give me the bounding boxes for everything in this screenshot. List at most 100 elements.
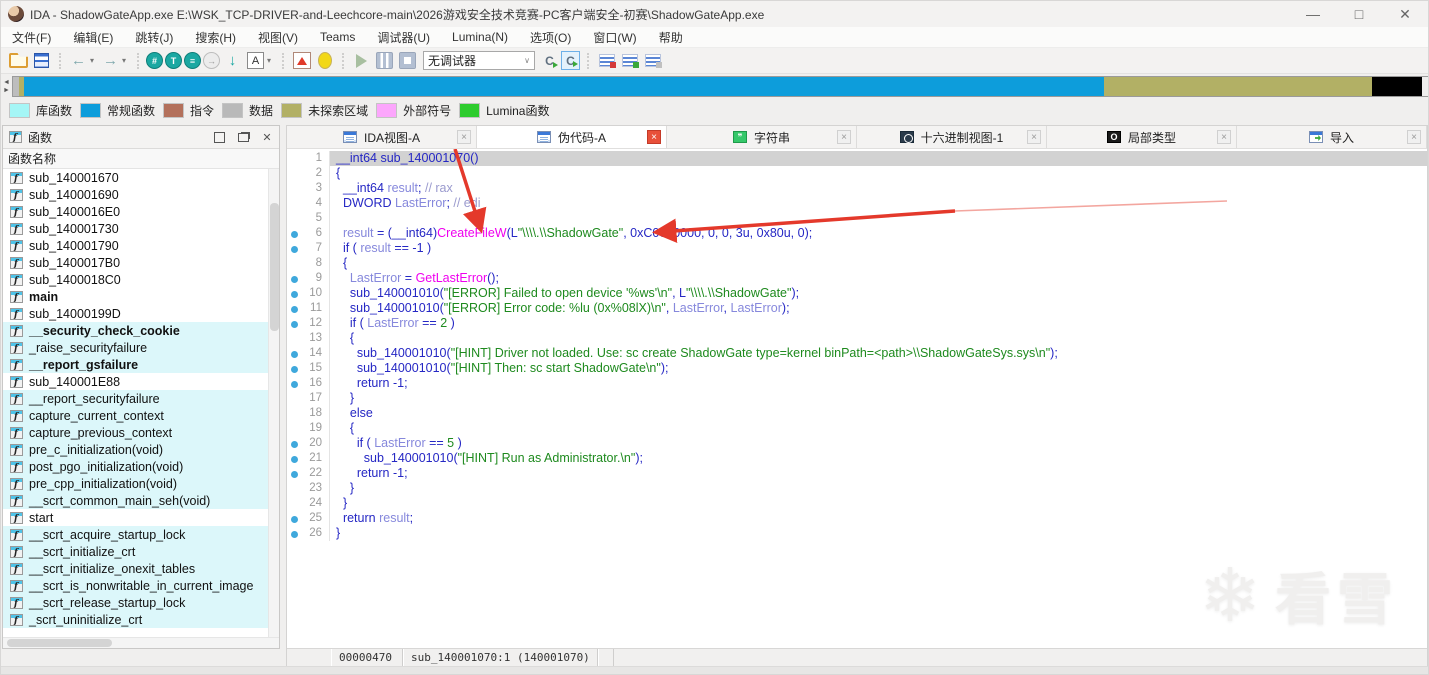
close-button[interactable]: ✕ — [1382, 1, 1428, 27]
functions-vertical-scrollbar[interactable] — [268, 169, 279, 637]
menu-item[interactable]: 调试器(U) — [366, 27, 441, 47]
menu-item[interactable]: 帮助 — [648, 27, 694, 47]
navband-segment[interactable] — [1372, 77, 1422, 96]
view-list-3-icon[interactable] — [642, 50, 663, 71]
breakpoint-dot[interactable] — [291, 290, 298, 298]
function-list-item[interactable]: _scrt_uninitialize_crt — [3, 611, 279, 628]
navigation-band[interactable] — [12, 76, 1428, 97]
function-list-item[interactable]: __scrt_initialize_crt — [3, 543, 279, 560]
navband-right-arrow-icon[interactable]: ► — [3, 87, 10, 95]
code-line[interactable]: 21 sub_140001010("[HINT] Run as Administ… — [287, 451, 1427, 466]
view-list-1-icon[interactable] — [596, 50, 617, 71]
code-line[interactable]: 4 DWORD LastError; // edi — [287, 196, 1427, 211]
debugger-select[interactable]: 无调试器 ∨ — [423, 51, 535, 70]
breakpoint-dot[interactable] — [291, 455, 298, 463]
breakpoint-dot[interactable] — [291, 350, 298, 358]
function-list-item[interactable]: pre_c_initialization(void) — [3, 441, 279, 458]
tab-close-icon[interactable]: × — [1217, 130, 1231, 144]
tab-局部类型[interactable]: O 局部类型 × — [1047, 126, 1237, 148]
tab-close-icon[interactable]: × — [1407, 130, 1421, 144]
function-list-item[interactable]: post_pgo_initialization(void) — [3, 458, 279, 475]
panel-float-icon[interactable] — [237, 131, 249, 143]
code-line[interactable]: 15 sub_140001010("[HINT] Then: sc start … — [287, 361, 1427, 376]
function-list-item[interactable]: __scrt_acquire_startup_lock — [3, 526, 279, 543]
code-line[interactable]: 5 — [287, 211, 1427, 226]
tab-十六进制视图-1[interactable]: 十六进制视图-1 × — [857, 126, 1047, 148]
source-c-icon[interactable]: C — [540, 51, 559, 70]
debug-stop-icon[interactable] — [397, 50, 418, 71]
code-line[interactable]: 8 { — [287, 256, 1427, 271]
code-line[interactable]: 22 return -1; — [287, 466, 1427, 481]
code-line[interactable]: 12 if ( LastError == 2 ) — [287, 316, 1427, 331]
function-list-item[interactable]: sub_1400017B0 — [3, 254, 279, 271]
tab-IDA视图-A[interactable]: IDA视图-A × — [287, 126, 477, 148]
function-list-item[interactable]: sub_1400016E0 — [3, 203, 279, 220]
panel-close-icon[interactable]: ✕ — [261, 131, 273, 144]
code-line[interactable]: 10 sub_140001010("[ERROR] Failed to open… — [287, 286, 1427, 301]
breakpoint-dot[interactable] — [291, 365, 298, 373]
breakpoint-dot[interactable] — [291, 305, 298, 313]
tab-导入[interactable]: 导入 × — [1237, 126, 1427, 148]
function-list-item[interactable]: __security_check_cookie — [3, 322, 279, 339]
code-line[interactable]: 13 { — [287, 331, 1427, 346]
minimize-button[interactable]: — — [1290, 1, 1336, 27]
code-line[interactable]: 2{ — [287, 166, 1427, 181]
breakpoint-dot[interactable] — [291, 320, 298, 328]
breakpoint-dot[interactable] — [291, 275, 298, 283]
function-list-item[interactable]: __report_gsfailure — [3, 356, 279, 373]
code-line[interactable]: 23 } — [287, 481, 1427, 496]
vscroll-thumb[interactable] — [270, 203, 279, 331]
breakpoint-dot[interactable] — [291, 245, 298, 253]
nav-forward-caret[interactable]: ▾ — [122, 56, 131, 65]
jump-problem-icon[interactable]: → — [203, 52, 220, 69]
breakpoint-dot[interactable] — [291, 230, 298, 238]
tab-close-icon[interactable]: × — [647, 130, 661, 144]
save-icon[interactable] — [31, 50, 52, 71]
tab-close-icon[interactable]: × — [1027, 130, 1041, 144]
jump-address-icon[interactable]: # — [146, 52, 163, 69]
breakpoint-dot[interactable] — [291, 530, 298, 538]
menu-item[interactable]: Teams — [309, 27, 366, 47]
tab-close-icon[interactable]: × — [457, 130, 471, 144]
navband-segment[interactable] — [1104, 77, 1372, 96]
breakpoint-marker-icon[interactable] — [291, 50, 312, 71]
code-line[interactable]: 20 if ( LastError == 5 ) — [287, 436, 1427, 451]
panel-maximize-icon[interactable] — [213, 131, 225, 143]
code-line[interactable]: 6 result = (__int64)CreateFileW(L"\\\\.\… — [287, 226, 1427, 241]
code-line[interactable]: 26} — [287, 526, 1427, 541]
hscroll-thumb[interactable] — [7, 639, 112, 647]
code-line[interactable]: 7 if ( result == -1 ) — [287, 241, 1427, 256]
breakpoint-dot[interactable] — [291, 380, 298, 388]
breakpoint-dot[interactable] — [291, 470, 298, 478]
navband-left-arrow-icon[interactable]: ◄ — [3, 79, 10, 87]
text-search-icon[interactable] — [245, 50, 266, 71]
function-list-item[interactable]: main — [3, 288, 279, 305]
breakpoint-dot[interactable] — [291, 515, 298, 523]
tab-字符串[interactable]: ❞ 字符串 × — [667, 126, 857, 148]
menu-item[interactable]: Lumina(N) — [441, 27, 519, 47]
menu-item[interactable]: 视图(V) — [247, 27, 309, 47]
code-line[interactable]: 24 } — [287, 496, 1427, 511]
code-line[interactable]: 25 return result; — [287, 511, 1427, 526]
function-list-item[interactable]: _raise_securityfailure — [3, 339, 279, 356]
menu-item[interactable]: 搜索(H) — [184, 27, 247, 47]
code-line[interactable]: 19 { — [287, 421, 1427, 436]
nav-forward-icon[interactable]: → — [100, 50, 121, 71]
code-line[interactable]: 18 else — [287, 406, 1427, 421]
code-line[interactable]: 1 __int64 sub_140001070() — [287, 151, 1427, 166]
function-list-item[interactable]: sub_140001790 — [3, 237, 279, 254]
navband-scroll-arrows[interactable]: ◄ ► — [1, 76, 12, 97]
menu-item[interactable]: 跳转(J) — [124, 27, 184, 47]
code-line[interactable]: 14 sub_140001010("[HINT] Driver not load… — [287, 346, 1427, 361]
debug-play-icon[interactable] — [351, 50, 372, 71]
code-line[interactable]: 9 LastError = GetLastError(); — [287, 271, 1427, 286]
navband-segment[interactable] — [24, 77, 1104, 96]
function-name-column-header[interactable]: 函数名称 — [3, 149, 279, 169]
menu-item[interactable]: 选项(O) — [519, 27, 582, 47]
open-file-icon[interactable] — [8, 50, 29, 71]
menu-item[interactable]: 文件(F) — [1, 27, 62, 47]
function-list-item[interactable]: sub_140001670 — [3, 169, 279, 186]
function-list-item[interactable]: sub_14000199D — [3, 305, 279, 322]
code-line[interactable]: 16 return -1; — [287, 376, 1427, 391]
jump-name-icon[interactable]: T — [165, 52, 182, 69]
